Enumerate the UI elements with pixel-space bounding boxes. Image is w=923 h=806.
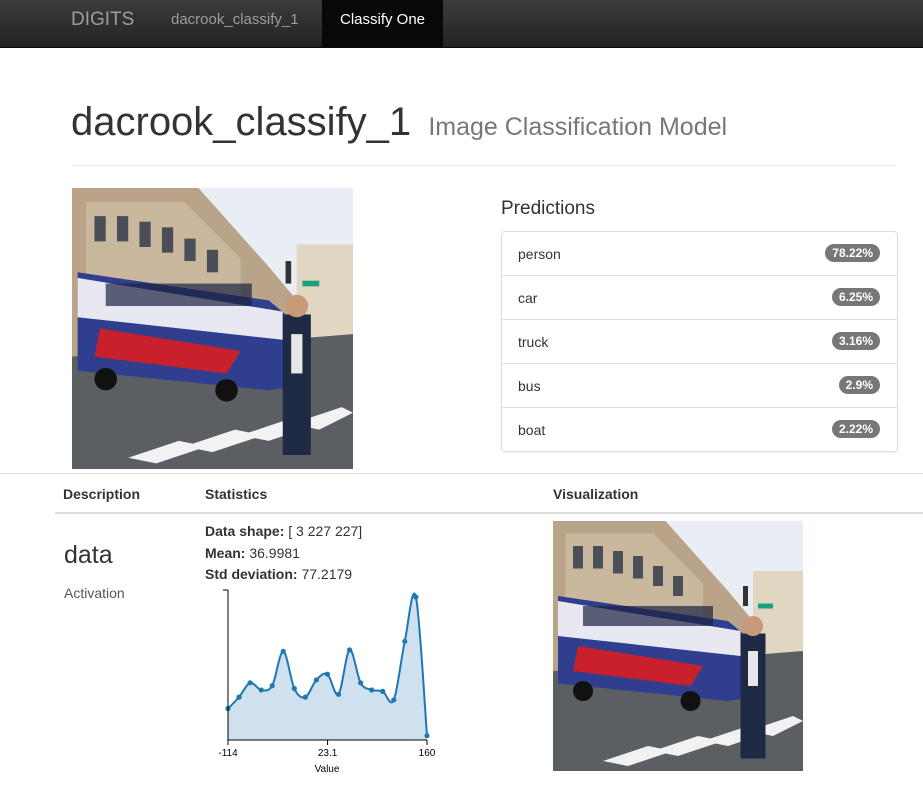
prediction-item: person 78.22% bbox=[502, 232, 897, 275]
histogram-point bbox=[236, 694, 242, 700]
predictions-title: Predictions bbox=[501, 198, 595, 219]
stat-data-shape: Data shape: [ 3 227 227] bbox=[205, 523, 362, 539]
table-header-divider bbox=[55, 512, 923, 514]
stat-value: [ 3 227 227] bbox=[284, 523, 363, 539]
histogram-point bbox=[313, 677, 319, 683]
prediction-label: person bbox=[518, 246, 561, 262]
column-header-visualization: Visualization bbox=[553, 486, 639, 502]
column-header-statistics: Statistics bbox=[205, 486, 268, 502]
stat-mean: Mean: 36.9981 bbox=[205, 545, 300, 561]
histogram-point bbox=[302, 694, 308, 700]
prediction-item: car 6.25% bbox=[502, 275, 897, 319]
histogram-point bbox=[346, 647, 353, 653]
x-tick-label: 23.1 bbox=[318, 748, 338, 759]
histogram-point bbox=[391, 697, 397, 703]
stat-label: Data shape: bbox=[205, 523, 285, 539]
histogram-point bbox=[324, 671, 331, 677]
prediction-badge: 2.22% bbox=[831, 420, 880, 438]
layer-name: data bbox=[64, 541, 113, 569]
prediction-label: truck bbox=[518, 334, 549, 350]
histogram-point bbox=[269, 683, 275, 689]
column-header-description: Description bbox=[63, 486, 141, 502]
stat-value: 77.2179 bbox=[297, 566, 353, 582]
stat-label: Std deviation: bbox=[205, 566, 298, 582]
page-title: dacrook_classify_1 Image Classification … bbox=[71, 100, 727, 145]
prediction-item: boat 2.22% bbox=[502, 407, 897, 451]
histogram-point bbox=[380, 688, 386, 694]
histogram-point bbox=[291, 685, 297, 692]
histogram-point bbox=[402, 638, 408, 644]
prediction-badge: 3.16% bbox=[831, 332, 880, 350]
layer-visualization-image bbox=[553, 521, 803, 771]
x-tick-label: 160 bbox=[419, 748, 436, 759]
histogram-area bbox=[228, 593, 427, 740]
input-image bbox=[72, 188, 353, 469]
prediction-label: car bbox=[518, 290, 538, 306]
stat-label: Mean: bbox=[205, 545, 246, 561]
navbar: DIGITS dacrook_classify_1 Classify One bbox=[0, 0, 923, 48]
prediction-label: boat bbox=[518, 422, 546, 438]
nav-classify-one-tab[interactable]: Classify One bbox=[322, 0, 443, 47]
histogram-point bbox=[369, 687, 375, 693]
brand-link[interactable]: DIGITS bbox=[71, 0, 134, 47]
prediction-badge: 78.22% bbox=[825, 244, 880, 262]
prediction-label: bus bbox=[518, 378, 541, 394]
x-tick-label: -114 bbox=[218, 748, 238, 759]
histogram-point bbox=[247, 680, 253, 686]
histogram-point bbox=[424, 733, 430, 739]
histogram-point bbox=[258, 687, 264, 693]
stat-std-deviation: Std deviation: 77.2179 bbox=[205, 566, 352, 582]
table-top-border bbox=[0, 473, 923, 474]
stat-value: 36.9981 bbox=[245, 545, 300, 561]
histogram-point bbox=[413, 594, 419, 600]
prediction-badge: 2.9% bbox=[838, 376, 880, 394]
histogram-point bbox=[358, 680, 364, 686]
nav-model-link[interactable]: dacrook_classify_1 bbox=[171, 0, 299, 47]
x-axis-label: Value bbox=[315, 764, 340, 775]
prediction-item: bus 2.9% bbox=[502, 363, 897, 407]
histogram-point bbox=[280, 648, 286, 654]
histogram-point bbox=[335, 691, 342, 697]
predictions-list: person 78.22% car 6.25% truck 3.16% bus 2.9%… bbox=[501, 231, 898, 452]
layer-type: Activation bbox=[64, 585, 125, 601]
prediction-item: truck 3.16% bbox=[502, 319, 897, 363]
model-name: dacrook_classify_1 bbox=[71, 100, 412, 144]
prediction-badge: 6.25% bbox=[831, 288, 880, 306]
activation-histogram: -114 23.1 160 Value bbox=[218, 589, 436, 775]
header-divider bbox=[71, 165, 896, 166]
page-subtitle: Image Classification Model bbox=[428, 113, 728, 141]
